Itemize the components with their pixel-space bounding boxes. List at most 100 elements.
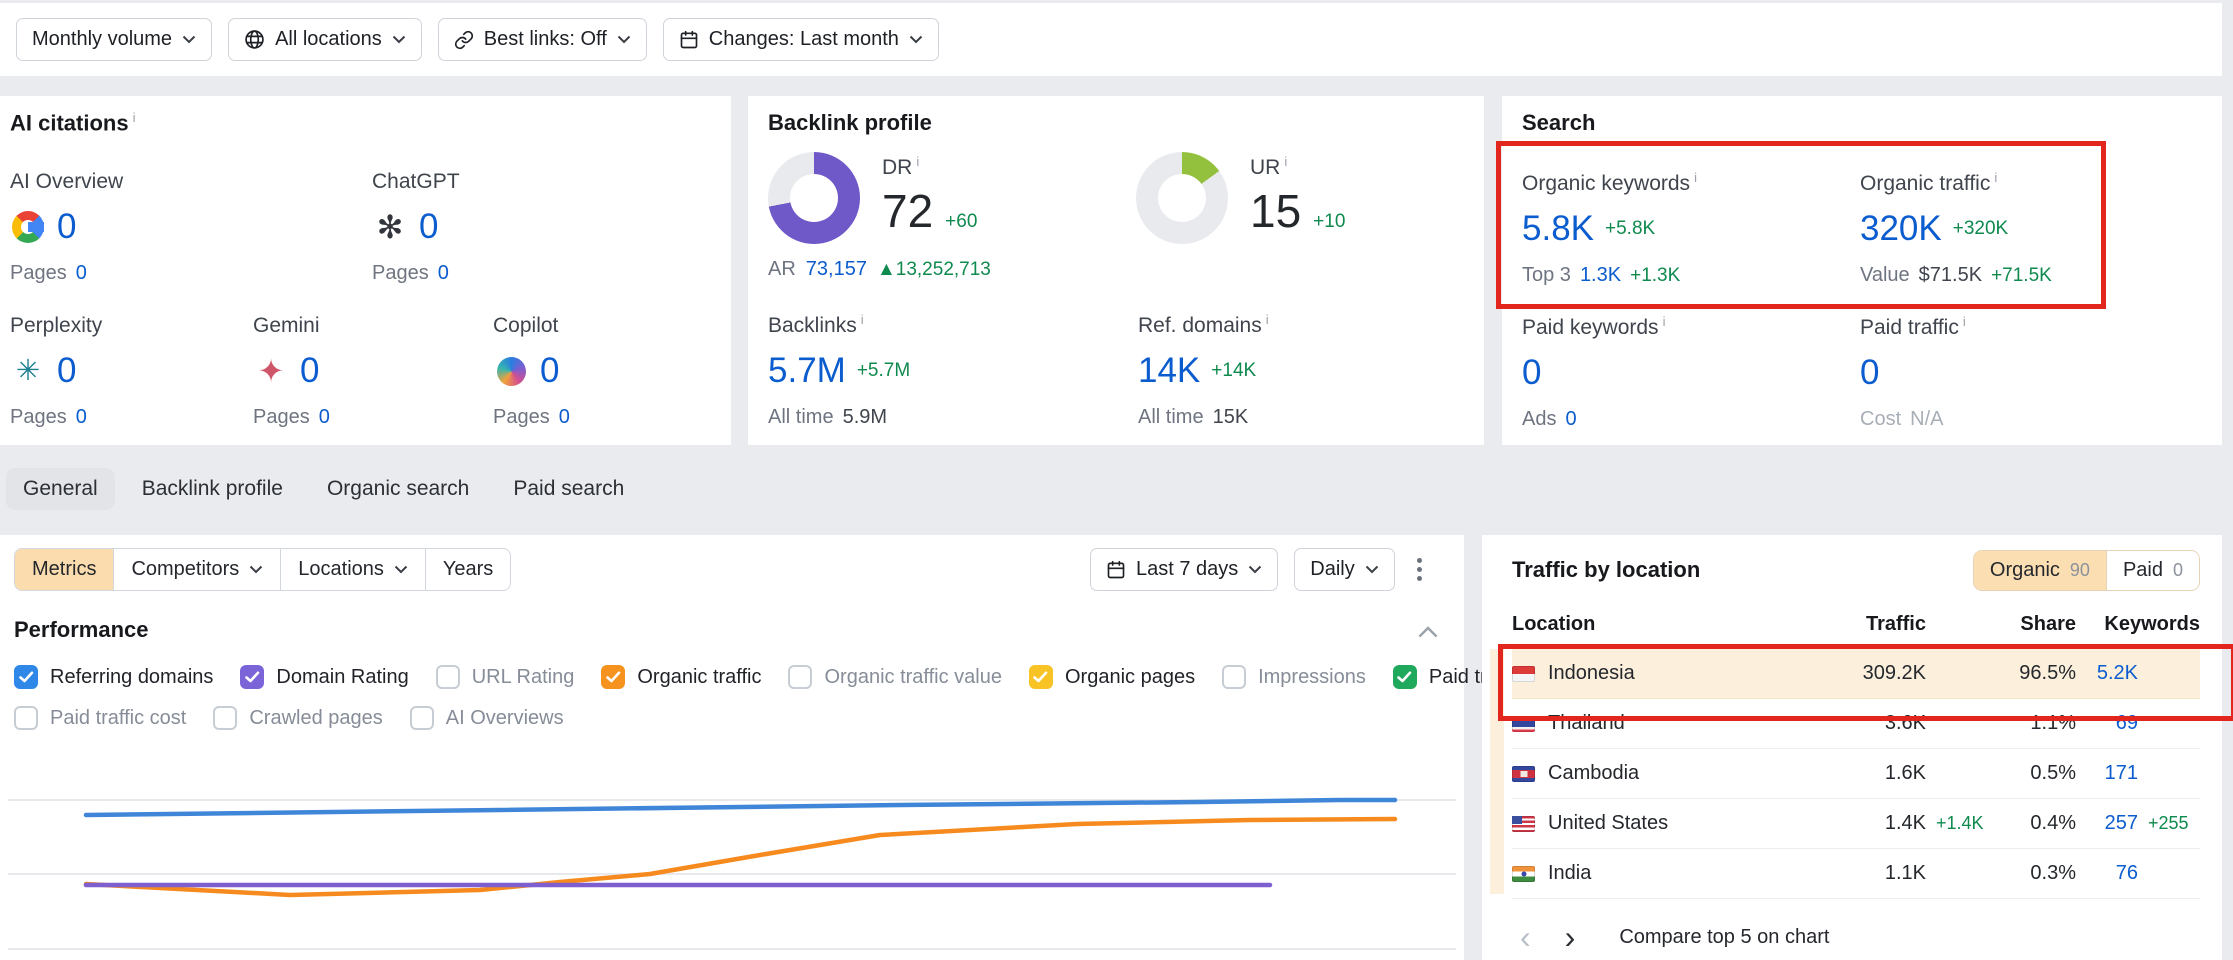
best-links-filter[interactable]: Best links: Off <box>438 18 647 61</box>
granularity-button[interactable]: Daily <box>1294 548 1394 591</box>
pages-count[interactable]: 0 <box>438 262 449 285</box>
traffic-by-location-title: Traffic by location <box>1512 557 1700 583</box>
paid-keywords-value[interactable]: 0 <box>1522 353 1541 393</box>
keywords-value[interactable]: 76 <box>2076 862 2138 885</box>
more-options-icon[interactable] <box>1411 552 1428 587</box>
performance-chart[interactable] <box>0 767 1464 960</box>
share-value: 1.1% <box>1996 712 2076 735</box>
organic-traffic-change: +320K <box>1953 218 2008 240</box>
table-row-cambodia[interactable]: Cambodia1.6K0.5%171 <box>1512 749 2200 799</box>
segment-metrics[interactable]: Metrics <box>15 549 113 590</box>
pages-count[interactable]: 0 <box>76 406 87 429</box>
metric-checkbox-referring-domains[interactable]: Referring domains <box>14 665 213 689</box>
metric-checkbox-paid-traffic-cost[interactable]: Paid traffic cost <box>14 706 186 730</box>
cost-value: N/A <box>1910 408 1943 431</box>
checkbox-icon <box>240 665 264 689</box>
location-cell: Cambodia <box>1512 762 1831 785</box>
granularity-label: Daily <box>1310 558 1354 581</box>
engine-copilot: Copilot 0 Pages0 <box>493 314 570 429</box>
monthly-volume-filter[interactable]: Monthly volume <box>16 18 212 61</box>
keywords-value[interactable]: 69 <box>2076 712 2138 735</box>
segment-competitors[interactable]: Competitors <box>113 549 280 590</box>
ref-domains-value[interactable]: 14K <box>1138 351 1200 391</box>
pages-count[interactable]: 0 <box>319 406 330 429</box>
compare-top5-link[interactable]: Compare top 5 on chart <box>1619 926 1829 949</box>
segment-years[interactable]: Years <box>425 549 510 590</box>
citations-count: 0 <box>300 351 319 391</box>
top3-value[interactable]: 1.3K <box>1580 264 1621 287</box>
keywords-value[interactable]: 257 <box>2076 812 2138 835</box>
pages-count[interactable]: 0 <box>559 406 570 429</box>
paid-keywords-block: Paid keywordsi 0 Ads0 <box>1522 314 1665 431</box>
collapse-section-icon[interactable] <box>1418 625 1438 643</box>
metric-checkbox-organic-pages[interactable]: Organic pages <box>1029 665 1195 689</box>
segment-locations[interactable]: Locations <box>280 549 425 590</box>
metric-checkbox-organic-traffic[interactable]: Organic traffic <box>601 665 761 689</box>
keywords-value[interactable]: 171 <box>2076 762 2138 785</box>
search-card: Search Organic keywordsi 5.8K+5.8K Top 3… <box>1502 96 2222 445</box>
date-range-label: Last 7 days <box>1136 558 1238 581</box>
traffic-value: 1.6K <box>1831 762 1926 785</box>
tab-general[interactable]: General <box>6 468 115 510</box>
tab-organic-search[interactable]: Organic search <box>310 468 486 510</box>
metric-checkbox-rows: Referring domains Domain Rating URL Rating… <box>14 665 1456 730</box>
toggle-paid[interactable]: Paid0 <box>2106 551 2199 590</box>
top-toolbar: Monthly volume All locations Best links:… <box>0 3 2222 76</box>
filter-label: All locations <box>275 28 382 51</box>
segmented-control: MetricsCompetitorsLocations Years <box>14 548 511 591</box>
table-row-indonesia[interactable]: Indonesia309.2K96.5%5.2K <box>1512 649 2200 699</box>
organic-traffic-block: Organic traffici 320K+320K Value$71.5K+7… <box>1860 170 2052 287</box>
chevron-down-icon <box>909 35 923 44</box>
filter-label: Best links: Off <box>484 28 607 51</box>
organic-traffic-value[interactable]: 320K <box>1860 209 1942 249</box>
table-row-india[interactable]: India1.1K0.3%76 <box>1512 849 2200 899</box>
keywords-value[interactable]: 5.2K <box>2076 662 2138 685</box>
backlinks-value[interactable]: 5.7M <box>768 351 846 391</box>
metric-checkbox-organic-traffic-value[interactable]: Organic traffic value <box>788 665 1002 689</box>
traffic-by-location-card: Traffic by location Organic90Paid0 Locat… <box>1482 535 2222 960</box>
next-page-icon[interactable]: › <box>1565 921 1576 953</box>
column-share[interactable]: Share <box>1996 613 2076 636</box>
metric-label: Organic traffic <box>637 666 761 689</box>
prev-page-icon[interactable]: ‹ <box>1520 921 1531 953</box>
column-traffic[interactable]: Traffic <box>1831 613 1926 636</box>
metric-checkbox-domain-rating[interactable]: Domain Rating <box>240 665 408 689</box>
changes-filter[interactable]: Changes: Last month <box>663 18 939 61</box>
chart-line-referring-domains <box>86 800 1395 815</box>
tab-backlink-profile[interactable]: Backlink profile <box>125 468 300 510</box>
segment-label: Years <box>443 558 493 581</box>
chevron-down-icon <box>1248 565 1262 574</box>
ai-citations-card: AI citationsi AI Overview 0 Pages0 ChatG… <box>0 96 731 445</box>
organic-keywords-value[interactable]: 5.8K <box>1522 209 1594 249</box>
locations-filter[interactable]: All locations <box>228 18 422 61</box>
citations-count: 0 <box>540 351 559 391</box>
metric-checkbox-ai-overviews[interactable]: AI Overviews <box>410 706 564 730</box>
filter-label: Monthly volume <box>32 28 172 51</box>
tab-paid-search[interactable]: Paid search <box>496 468 641 510</box>
metric-checkbox-url-rating[interactable]: URL Rating <box>436 665 575 689</box>
paid-traffic-value[interactable]: 0 <box>1860 353 1879 393</box>
globe-icon <box>244 29 265 50</box>
toggle-organic[interactable]: Organic90 <box>1974 551 2106 590</box>
chevron-down-icon <box>182 35 196 44</box>
pages-count[interactable]: 0 <box>76 262 87 285</box>
location-name: Cambodia <box>1548 762 1639 785</box>
location-name: Thailand <box>1548 712 1625 735</box>
metric-checkbox-impressions[interactable]: Impressions <box>1222 665 1366 689</box>
date-range-button[interactable]: Last 7 days <box>1090 548 1278 591</box>
keywords-change: +255 <box>2138 813 2200 834</box>
traffic-value-amount: $71.5K <box>1919 264 1982 287</box>
ar-value[interactable]: 73,157 <box>806 258 867 281</box>
chevron-down-icon <box>1365 565 1379 574</box>
dr-value: 72 <box>882 184 933 238</box>
info-icon: i <box>1694 170 1697 185</box>
column-keywords[interactable]: Keywords <box>2076 613 2200 636</box>
paid-traffic-block: Paid traffici 0 CostN/A <box>1860 314 1966 431</box>
table-row-thailand[interactable]: Thailand3.6K1.1%69 <box>1512 699 2200 749</box>
metric-checkbox-crawled-pages[interactable]: Crawled pages <box>213 706 382 730</box>
toggle-label: Organic <box>1990 559 2060 582</box>
ads-count[interactable]: 0 <box>1565 408 1576 431</box>
column-location[interactable]: Location <box>1512 613 1831 636</box>
table-row-united-states[interactable]: United States1.4K+1.4K0.4%257+255 <box>1512 799 2200 849</box>
engine-ai-overview: AI Overview 0 Pages0 <box>10 170 123 285</box>
